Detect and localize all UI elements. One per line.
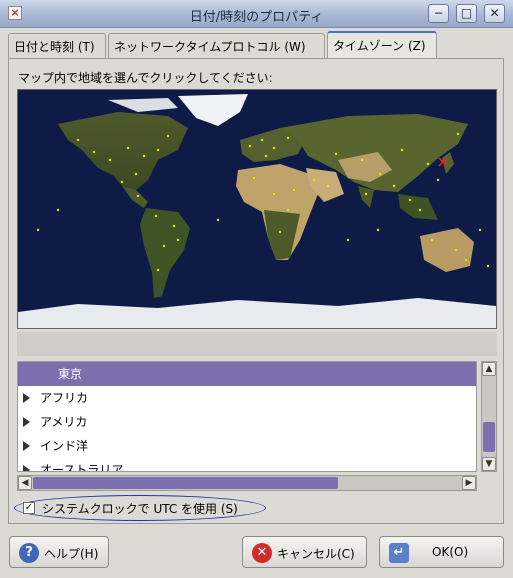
utc-checkbox[interactable]: ✓	[23, 502, 35, 514]
world-map-image[interactable]	[18, 90, 496, 328]
scroll-left-arrow-icon[interactable]: ◀	[18, 476, 32, 490]
tab-timezone[interactable]: タイムゾーン (Z)	[327, 31, 437, 59]
horizontal-scrollbar[interactable]: ◀ ▶	[17, 475, 477, 491]
vertical-scrollbar[interactable]: ▲ ▼	[481, 361, 497, 472]
map-prompt: マップ内で地域を選んでクリックしてください:	[18, 71, 273, 85]
minimize-button[interactable]: −	[428, 4, 449, 23]
utc-checkbox-label[interactable]: システムクロックで UTC を使用 (S)	[42, 500, 238, 517]
maximize-button[interactable]: □	[456, 4, 477, 23]
scroll-up-arrow-icon[interactable]: ▲	[482, 362, 496, 376]
expand-arrow-icon[interactable]	[23, 441, 30, 451]
selected-city-label: 東京	[58, 367, 83, 381]
expand-arrow-icon[interactable]	[23, 393, 30, 403]
world-map[interactable]	[17, 89, 497, 329]
expand-arrow-icon[interactable]	[23, 417, 30, 427]
cancel-button[interactable]: ✕ キャンセル(C)	[242, 536, 367, 568]
list-item[interactable]: アフリカ	[18, 386, 476, 410]
expand-arrow-icon[interactable]	[23, 465, 30, 471]
scroll-right-arrow-icon[interactable]: ▶	[462, 476, 476, 490]
vertical-scroll-thumb[interactable]	[483, 422, 495, 452]
list-item[interactable]: アメリカ	[18, 410, 476, 434]
ok-button[interactable]: ↵ OK(O)	[379, 536, 504, 568]
timezone-list[interactable]: 東京 アフリカ アメリカ インド洋 オーストラリア	[17, 361, 477, 472]
list-item-selected[interactable]: 東京	[18, 362, 476, 386]
scroll-down-arrow-icon[interactable]: ▼	[482, 457, 496, 471]
list-item[interactable]: インド洋	[18, 434, 476, 458]
cancel-icon: ✕	[252, 543, 272, 563]
close-button[interactable]: ✕	[484, 4, 505, 23]
help-button[interactable]: ? ヘルプ(H)	[9, 536, 109, 568]
list-item[interactable]: オーストラリア	[18, 458, 476, 471]
map-footer-strip	[17, 332, 497, 356]
tab-date-time[interactable]: 日付と時刻 (T)	[8, 33, 106, 58]
horizontal-scroll-thumb[interactable]	[33, 477, 338, 489]
title-bar[interactable]: × 日付/時刻のプロパティ − □ ✕	[0, 0, 513, 28]
tab-ntp[interactable]: ネットワークタイムプロトコル (W)	[108, 33, 325, 58]
ok-arrow-icon: ↵	[389, 543, 409, 563]
help-icon: ?	[19, 543, 39, 563]
